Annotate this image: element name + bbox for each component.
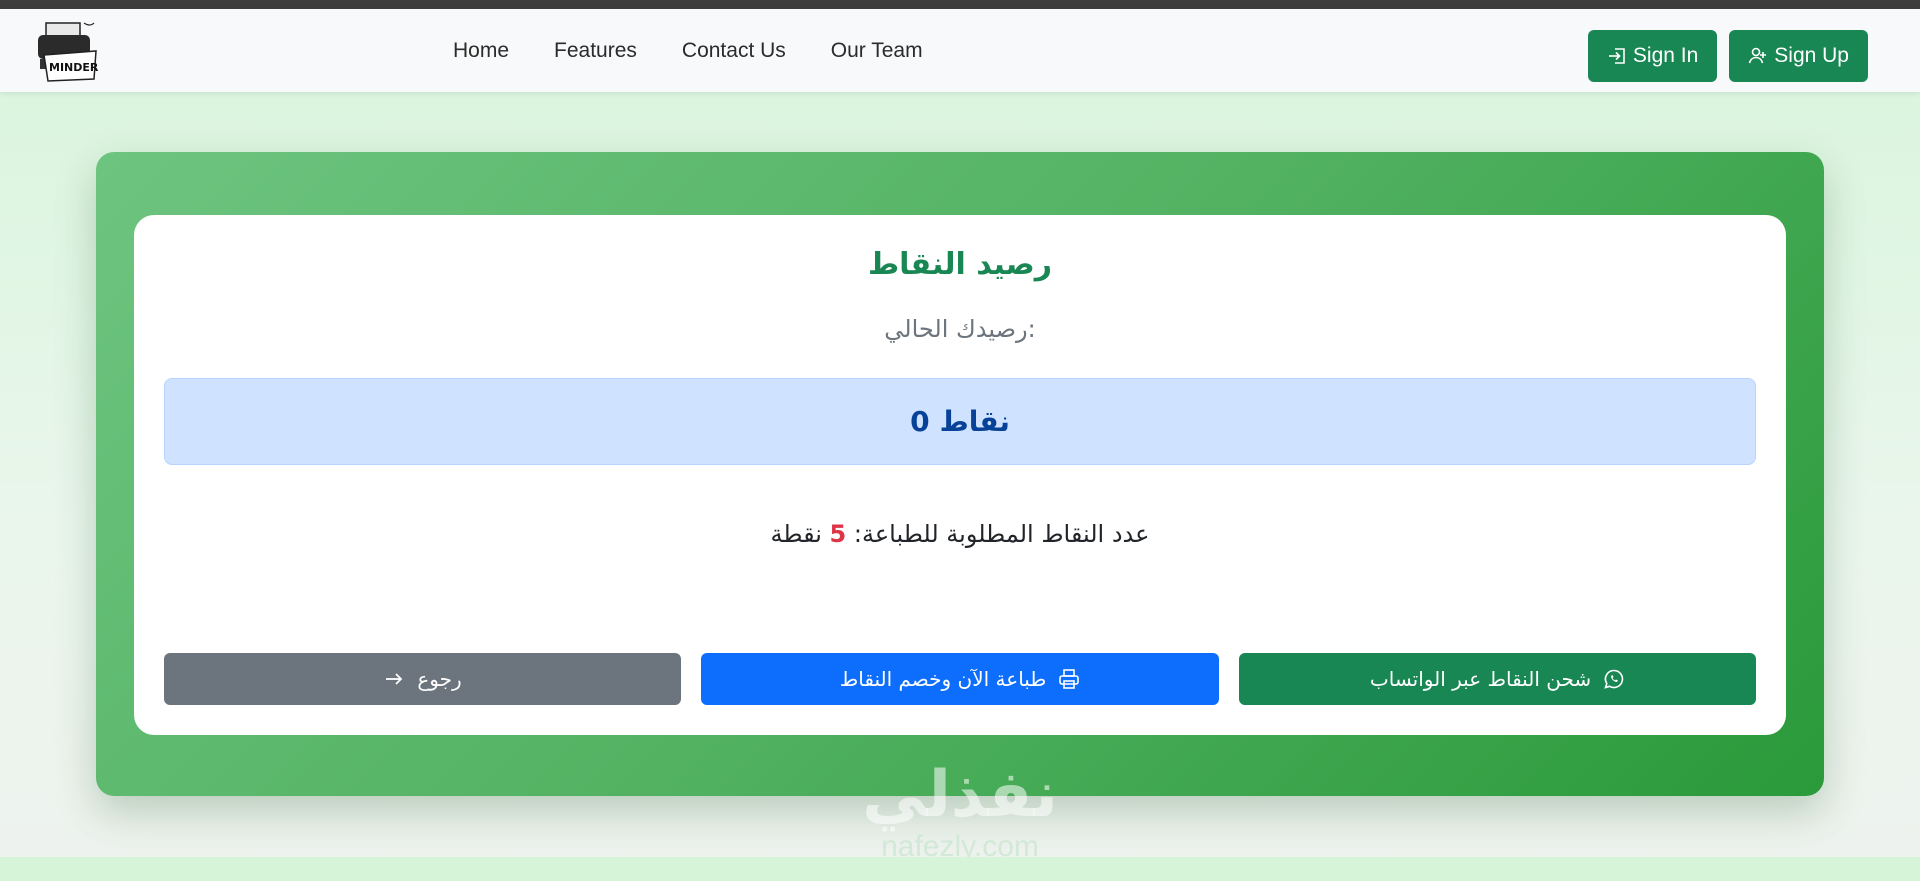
- required-label: عدد النقاط المطلوبة للطباعة:: [853, 520, 1150, 548]
- arrow-right-icon: [386, 673, 403, 685]
- required-value: 5: [829, 520, 847, 548]
- logo-text: MINDER: [49, 61, 99, 74]
- back-button[interactable]: رجوع: [164, 653, 681, 705]
- top-strip: [0, 0, 1920, 9]
- nav-link-team[interactable]: Our Team: [831, 39, 923, 63]
- required-unit: نقطة: [770, 520, 822, 548]
- person-plus-icon: [1749, 47, 1767, 64]
- nav-links: Home Features Contact Us Our Team: [453, 39, 923, 63]
- points-balance-box: نقاط 0: [164, 378, 1756, 465]
- back-label: رجوع: [417, 667, 462, 691]
- logo[interactable]: MINDER: [36, 21, 104, 83]
- required-points-text: عدد النقاط المطلوبة للطباعة: 5 نقطة: [134, 520, 1786, 548]
- printer-icon: [1059, 669, 1080, 689]
- print-label: طباعة الآن وخصم النقاط: [839, 667, 1047, 691]
- sign-in-button[interactable]: Sign In: [1587, 30, 1718, 82]
- box-arrow-in-icon: [1608, 48, 1625, 64]
- actions-row: رجوع طباعة الآن وخصم النقاط شحن النقاط ع…: [164, 653, 1756, 705]
- sign-up-label: Sign Up: [1774, 44, 1849, 67]
- nav-link-home[interactable]: Home: [453, 39, 509, 63]
- print-now-button[interactable]: طباعة الآن وخصم النقاط: [701, 653, 1219, 705]
- nav-link-contact[interactable]: Contact Us: [682, 39, 786, 63]
- sign-in-label: Sign In: [1632, 44, 1699, 67]
- balance-card: رصيد النقاط رصيدك الحالي: نقاط 0 عدد الن…: [134, 215, 1786, 735]
- watermark: نفذلي nafezly.com: [820, 760, 1100, 864]
- bottom-strip: [0, 857, 1920, 881]
- points-unit: نقاط: [939, 405, 1010, 438]
- watermark-arabic: نفذلي: [862, 758, 1058, 832]
- nav-link-features[interactable]: Features: [554, 39, 637, 63]
- navbar: MINDER Home Features Contact Us Our Team…: [0, 9, 1920, 92]
- auth-buttons: Sign In Sign Up: [1587, 30, 1868, 82]
- card-subtitle: رصيدك الحالي:: [884, 315, 1036, 343]
- whatsapp-label: شحن النقاط عبر الواتساب: [1369, 667, 1592, 691]
- whatsapp-icon: [1604, 669, 1624, 689]
- card-title: رصيد النقاط: [867, 247, 1053, 282]
- points-value: 0: [910, 405, 930, 438]
- sign-up-button[interactable]: Sign Up: [1729, 30, 1868, 82]
- whatsapp-recharge-button[interactable]: شحن النقاط عبر الواتساب: [1239, 653, 1756, 705]
